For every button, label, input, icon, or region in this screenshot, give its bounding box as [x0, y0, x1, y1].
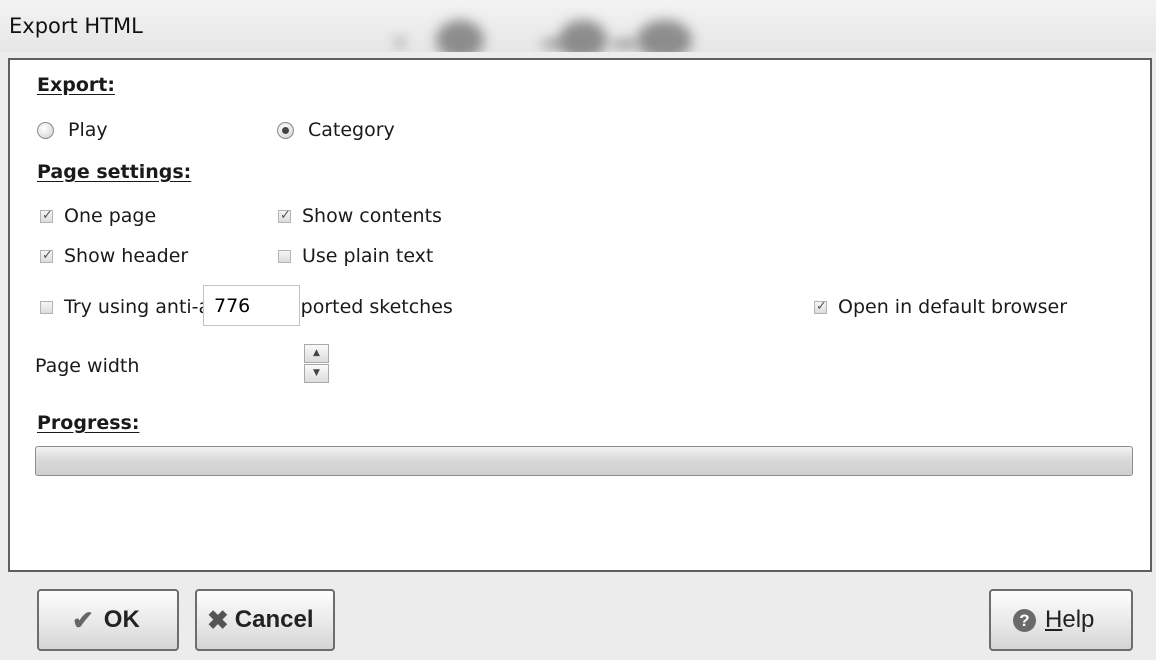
- progress-heading: Progress:: [37, 412, 140, 434]
- checkbox-show-header-label: Show header: [64, 245, 189, 267]
- checkbox-show-contents-box[interactable]: [278, 209, 292, 223]
- ok-button[interactable]: ✔ OK: [37, 589, 179, 651]
- cancel-button-label: Cancel: [234, 606, 314, 633]
- checkbox-anti-alias-box[interactable]: [40, 300, 53, 314]
- progress-bar: [35, 446, 1133, 476]
- checkmark-icon: ✔: [72, 604, 94, 635]
- x-icon: ✖: [207, 604, 229, 635]
- page-width-input[interactable]: [203, 285, 300, 326]
- checkbox-open-browser[interactable]: Open in default browser: [814, 296, 1067, 318]
- radio-category-button[interactable]: [277, 121, 294, 139]
- cancel-button[interactable]: ✖ Cancel: [195, 589, 335, 651]
- checkbox-one-page-label: One page: [64, 205, 157, 227]
- title-decoration: [610, 40, 640, 48]
- checkbox-use-plain-text-box[interactable]: [278, 249, 291, 263]
- checkbox-show-contents[interactable]: Show contents: [278, 205, 442, 227]
- question-icon: ?: [1013, 608, 1036, 632]
- radio-play-button[interactable]: [37, 121, 54, 139]
- spin-up-button[interactable]: ▲: [304, 344, 329, 363]
- page-width-label: Page width: [35, 355, 140, 377]
- checkbox-use-plain-text[interactable]: Use plain text: [278, 245, 433, 267]
- title-decoration: [395, 38, 405, 46]
- title-decoration: [540, 40, 570, 48]
- page-settings-heading: Page settings:: [37, 161, 192, 183]
- title-decoration: [559, 20, 607, 52]
- title-bar: Export HTML: [0, 0, 1156, 52]
- checkbox-show-header-box[interactable]: [40, 249, 54, 263]
- checkbox-open-browser-label: Open in default browser: [838, 296, 1068, 318]
- export-heading: Export:: [37, 74, 115, 96]
- ok-button-label: OK: [103, 606, 140, 633]
- title-decoration: [637, 20, 692, 52]
- checkbox-one-page-box[interactable]: [40, 209, 54, 223]
- help-button-label: Help: [1045, 606, 1095, 633]
- checkbox-show-contents-label: Show contents: [302, 205, 442, 227]
- radio-category-label: Category: [308, 119, 395, 141]
- spin-down-button[interactable]: ▼: [304, 364, 329, 383]
- checkbox-open-browser-box[interactable]: [814, 300, 828, 314]
- radio-play[interactable]: Play: [37, 119, 108, 141]
- window-title: Export HTML: [9, 14, 143, 38]
- radio-play-label: Play: [68, 119, 108, 141]
- help-button[interactable]: ? Help: [989, 589, 1133, 651]
- radio-category[interactable]: Category: [277, 119, 395, 141]
- title-decoration: [436, 20, 484, 52]
- checkbox-show-header[interactable]: Show header: [40, 245, 188, 267]
- options-panel: Export: Play Category Page settings: One…: [8, 58, 1152, 572]
- checkbox-one-page[interactable]: One page: [40, 205, 156, 227]
- checkbox-use-plain-text-label: Use plain text: [302, 245, 434, 267]
